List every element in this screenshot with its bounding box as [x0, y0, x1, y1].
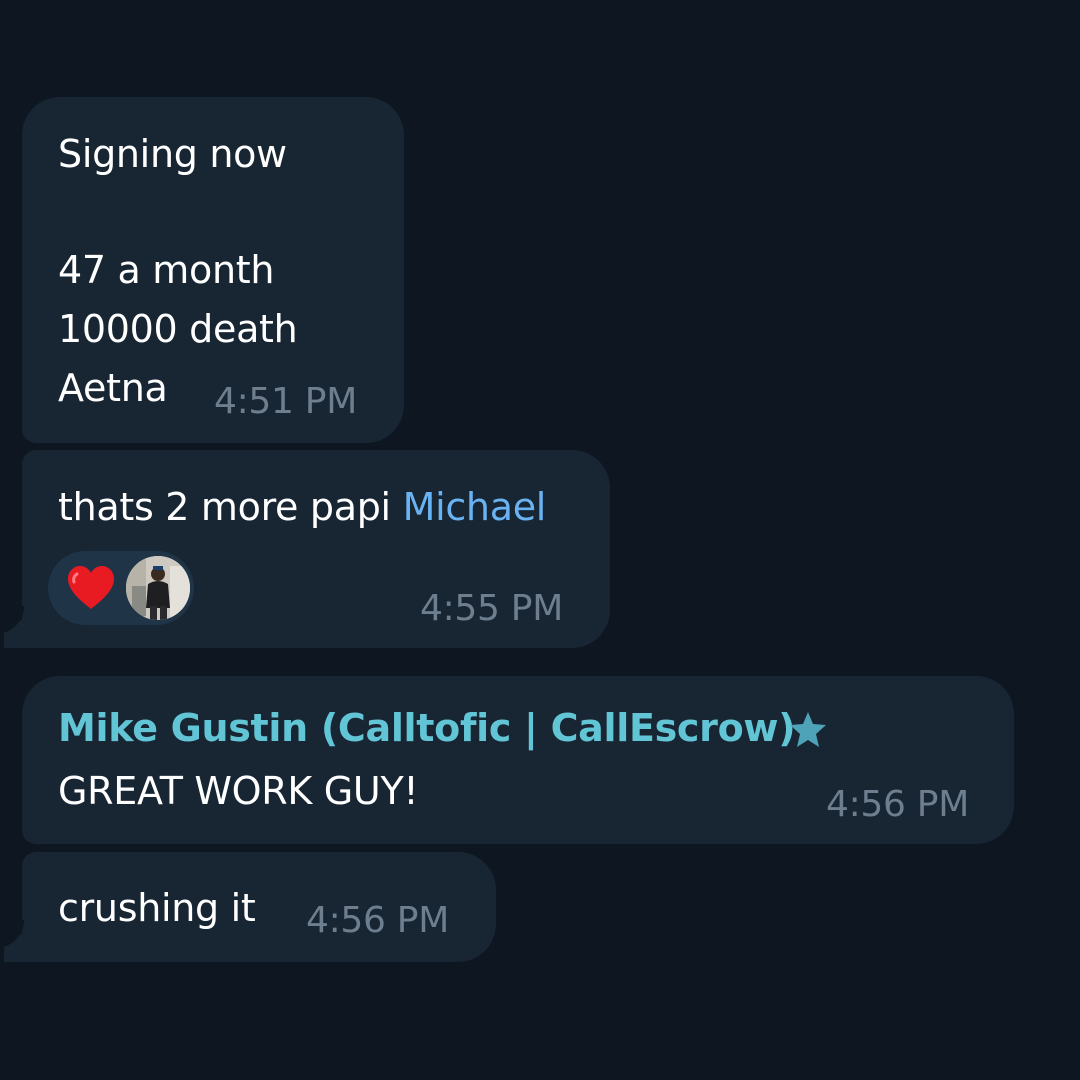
message-text: thats 2 more papi Michael: [58, 478, 546, 536]
message-text: GREAT WORK GUY!: [58, 769, 419, 813]
message-body: thats 2 more papi: [58, 485, 403, 529]
message-timestamp: 4:56 PM: [306, 900, 449, 941]
message-line: 10000 death: [58, 307, 298, 351]
avatar[interactable]: [126, 556, 190, 620]
message-bubble[interactable]: crushing it 4:56 PM: [22, 852, 496, 962]
message-line: Aetna: [58, 366, 168, 410]
bubble-tail: [0, 606, 32, 648]
reaction-chip[interactable]: [48, 551, 194, 625]
bubble-tail: [0, 920, 32, 962]
heart-icon: [68, 566, 114, 609]
message-line: Signing now: [58, 132, 287, 176]
message-bubble[interactable]: Mike Gustin (Calltofic | CallEscrow) GRE…: [22, 676, 1014, 844]
avatar-photo: [126, 556, 190, 620]
message-text: crushing it: [58, 886, 256, 930]
message-timestamp: 4:56 PM: [826, 784, 969, 825]
chat-view: Signing now 47 a month 10000 death Aetna…: [0, 0, 1080, 1080]
message-timestamp: 4:51 PM: [214, 381, 357, 422]
star-icon: [790, 712, 826, 747]
sender-name[interactable]: Mike Gustin (Calltofic | CallEscrow): [58, 706, 796, 750]
message-bubble[interactable]: Signing now 47 a month 10000 death Aetna…: [22, 97, 404, 443]
mention-link[interactable]: Michael: [403, 485, 547, 529]
message-line: 47 a month: [58, 248, 275, 292]
message-bubble[interactable]: thats 2 more papi Michael 4:55 PM: [22, 450, 610, 648]
message-timestamp: 4:55 PM: [420, 588, 563, 629]
